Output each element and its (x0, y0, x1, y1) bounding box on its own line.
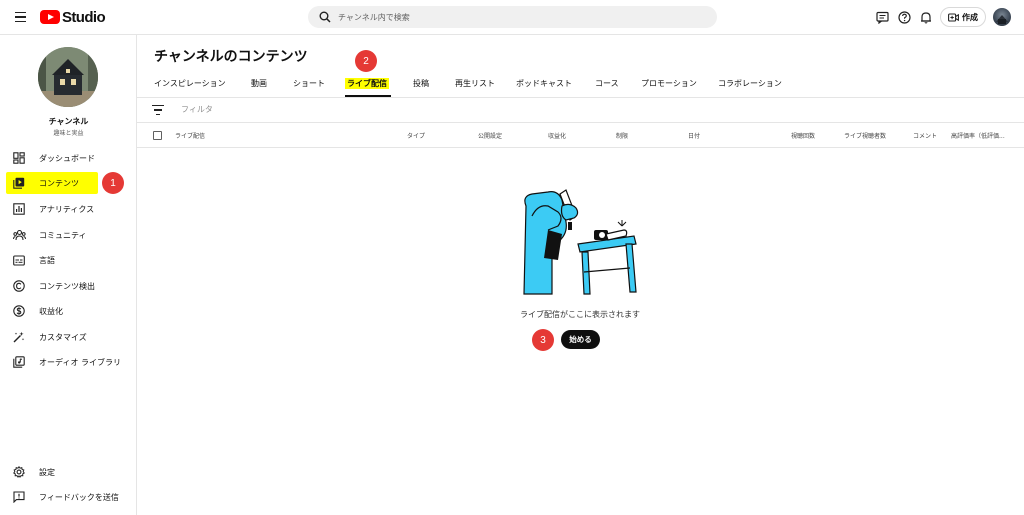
table-header: ライブ配信 タイプ 公開設定 収益化 制限 日付 視聴回数 ライブ視聴者数 コメ… (137, 123, 1024, 148)
tab-podcasts[interactable]: ポッドキャスト (516, 78, 572, 89)
column-header-restrictions[interactable]: 制限 (616, 131, 628, 140)
sidebar-item-audio-library[interactable]: オーディオ ライブラリ (6, 351, 131, 373)
tab-collaborations[interactable]: コラボレーション (718, 78, 782, 89)
column-header-comments[interactable]: コメント (913, 131, 937, 140)
sidebar-item-label: コミュニティ (39, 230, 87, 240)
sidebar-item-label: ダッシュボード (39, 153, 95, 163)
channel-avatar[interactable] (38, 47, 98, 107)
tab-posts[interactable]: 投稿 (413, 78, 429, 89)
annotation-badge-1: 1 (102, 172, 124, 194)
create-label: 作成 (962, 12, 978, 22)
tab-shorts[interactable]: ショート (293, 78, 325, 89)
column-header-live[interactable]: ライブ配信 (175, 131, 205, 140)
filter-bar: フィルタ (137, 98, 1024, 123)
messages-icon[interactable] (874, 9, 890, 25)
youtube-logo-icon (40, 10, 60, 24)
column-header-views[interactable]: 視聴回数 (791, 131, 815, 140)
select-all-checkbox[interactable] (153, 131, 162, 140)
filter-icon[interactable] (152, 105, 164, 115)
analytics-icon (12, 202, 26, 216)
page-title: チャンネルのコンテンツ (154, 49, 308, 65)
search-bar[interactable] (308, 6, 717, 28)
tab-videos[interactable]: 動画 (251, 78, 267, 89)
filter-input[interactable]: フィルタ (181, 104, 213, 115)
sidebar-item-monetization[interactable]: 収益化 (6, 300, 98, 322)
notifications-bell-icon[interactable] (918, 9, 934, 25)
feedback-icon (12, 490, 26, 504)
sidebar-item-label: コンテンツ (39, 178, 79, 188)
sidebar-item-label: オーディオ ライブラリ (39, 357, 121, 367)
column-header-visibility[interactable]: 公開設定 (478, 131, 502, 140)
tab-playlists[interactable]: 再生リスト (455, 78, 495, 89)
empty-state-message: ライブ配信がここに表示されます (520, 310, 640, 319)
help-icon[interactable] (896, 9, 912, 25)
search-input[interactable] (338, 12, 698, 22)
channel-subtitle: 趣味と実益 (53, 130, 84, 137)
subtitles-icon (12, 253, 26, 267)
sidebar-item-label: カスタマイズ (39, 332, 87, 342)
content-tabs: インスピレーション 動画 ショート ライブ配信 投稿 再生リスト ポッドキャスト… (137, 72, 1024, 98)
column-header-live-viewers[interactable]: ライブ視聴者数 (844, 131, 886, 140)
create-video-icon (948, 12, 959, 22)
dashboard-icon (12, 151, 26, 165)
sidebar-item-settings[interactable]: 設定 (6, 461, 98, 483)
tab-promotions[interactable]: プロモーション (641, 78, 697, 89)
column-header-like-ratio[interactable]: 高評価率（低評価... (951, 131, 1005, 140)
account-avatar[interactable] (993, 8, 1011, 26)
sidebar-item-customize[interactable]: カスタマイズ (6, 326, 98, 348)
customize-icon (12, 330, 26, 344)
tab-live[interactable]: ライブ配信 (345, 78, 389, 89)
create-button[interactable]: 作成 (940, 7, 986, 27)
sidebar-item-label: 設定 (39, 467, 55, 477)
tab-inspiration[interactable]: インスピレーション (154, 78, 226, 89)
settings-icon (12, 465, 26, 479)
channel-name: チャンネル (48, 117, 89, 126)
sidebar-item-label: フィードバックを送信 (39, 492, 119, 502)
column-header-date[interactable]: 日付 (688, 131, 700, 140)
sidebar-item-label: アナリティクス (39, 204, 95, 214)
sidebar-item-feedback[interactable]: フィードバックを送信 (6, 486, 131, 508)
active-tab-indicator (345, 95, 391, 97)
studio-logo[interactable]: Studio (40, 8, 106, 26)
tab-courses[interactable]: コース (595, 78, 619, 89)
sidebar-item-dashboard[interactable]: ダッシュボード (6, 147, 98, 169)
sidebar-item-label: 言語 (39, 255, 55, 265)
top-bar: Studio 作成 (0, 0, 1024, 35)
empty-state-illustration (523, 189, 637, 295)
search-icon[interactable] (314, 6, 336, 28)
start-button[interactable]: 始める (561, 330, 600, 349)
column-header-type[interactable]: タイプ (407, 131, 425, 140)
sidebar-item-content[interactable]: コンテンツ (6, 172, 98, 194)
hamburger-menu-icon[interactable] (10, 8, 30, 26)
sidebar-item-label: 収益化 (39, 306, 63, 316)
sidebar-item-community[interactable]: コミュニティ (6, 224, 98, 246)
community-icon (12, 228, 26, 242)
sidebar-item-language[interactable]: 言語 (6, 249, 98, 271)
content-icon (12, 176, 26, 190)
sidebar-item-content-detection[interactable]: コンテンツ検出 (6, 275, 98, 297)
sidebar: チャンネル 趣味と実益 ダッシュボード コンテンツ アナリティクス コミュニティ… (0, 35, 137, 515)
copyright-icon (12, 279, 26, 293)
audio-library-icon (12, 355, 26, 369)
annotation-badge-3: 3 (532, 329, 554, 351)
sidebar-item-analytics[interactable]: アナリティクス (6, 198, 98, 220)
annotation-badge-2: 2 (355, 50, 377, 72)
monetization-icon (12, 304, 26, 318)
logo-text: Studio (62, 8, 106, 26)
column-header-monetization[interactable]: 収益化 (548, 131, 566, 140)
sidebar-item-label: コンテンツ検出 (39, 281, 95, 291)
